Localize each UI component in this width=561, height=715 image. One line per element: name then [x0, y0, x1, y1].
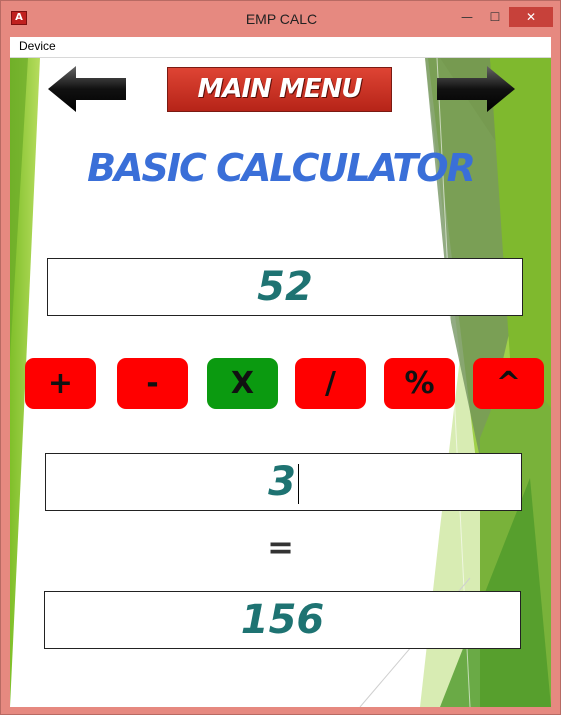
result-value: 156: [240, 597, 325, 643]
operand-a-field[interactable]: 52: [47, 258, 523, 316]
operand-b-field[interactable]: 3: [45, 453, 522, 511]
page-title: BASIC CALCULATOR: [87, 146, 476, 190]
equals-sign: =: [267, 528, 294, 566]
text-caret: [297, 464, 299, 504]
operator-multiply-button[interactable]: X: [207, 358, 278, 409]
operator-power-button[interactable]: ^: [473, 358, 544, 409]
result-field: 156: [44, 591, 521, 649]
menu-bar: Device: [10, 37, 551, 58]
app-content: MAIN MENU BASIC CALCULATOR 52 + - X /% ^ 3 =…: [10, 58, 551, 707]
title-bar[interactable]: A EMP CALC — ☐ ✕: [1, 1, 560, 35]
operand-a-value: 52: [257, 264, 313, 310]
menu-device[interactable]: Device: [19, 39, 56, 53]
maximize-button[interactable]: ☐: [483, 7, 507, 27]
operator-divide-button[interactable]: /: [295, 358, 366, 409]
operator-subtract-button[interactable]: -: [117, 358, 188, 409]
arrow-left-icon[interactable]: [48, 66, 128, 112]
app-window: A EMP CALC — ☐ ✕ Device MAIN MENU BASIC …: [0, 0, 561, 715]
arrow-right-icon[interactable]: [435, 66, 515, 112]
main-menu-button[interactable]: MAIN MENU: [167, 67, 392, 112]
close-button[interactable]: ✕: [509, 7, 553, 27]
operand-b-value: 3: [268, 459, 296, 505]
operator-modulo-button[interactable]: %: [384, 358, 455, 409]
operator-add-button[interactable]: +: [25, 358, 96, 409]
minimize-button[interactable]: —: [455, 7, 479, 27]
